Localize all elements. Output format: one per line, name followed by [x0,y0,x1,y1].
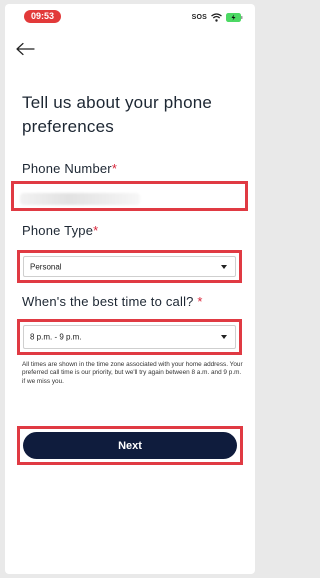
phone-number-label-text: Phone Number [22,161,112,176]
phone-number-input[interactable] [21,189,238,203]
wifi-icon [211,12,222,22]
page-title: Tell us about your phone preferences [22,93,213,136]
arrow-left-icon [16,42,35,56]
phone-number-field [11,181,248,211]
status-icons: SOS [192,12,243,22]
best-time-select[interactable]: 8 p.m. - 9 p.m. [17,319,242,355]
back-button[interactable] [15,42,37,56]
best-time-label-text: When's the best time to call? [22,294,194,309]
next-button[interactable]: Next [23,432,237,459]
phone-type-selected-value: Personal [30,262,62,271]
required-mark: * [93,223,99,238]
required-mark: * [111,161,118,176]
best-time-label: When's the best time to call? * [22,294,203,309]
phone-type-label: Phone Type* [22,223,98,238]
phone-number-label: Phone Number* [22,161,117,176]
time-zone-note: All times are shown in the time zone ass… [22,361,243,385]
status-bar: 09:53 SOS [5,4,255,26]
best-time-selected-value: 8 p.m. - 9 p.m. [30,332,82,342]
next-button-outline: Next [17,426,243,465]
required-mark: * [197,294,203,309]
app-screen: 09:53 SOS Tell us about your phone prefe… [5,4,255,574]
status-time: 09:53 [24,10,61,23]
phone-type-select-box[interactable]: Personal [23,256,236,277]
best-time-select-box[interactable]: 8 p.m. - 9 p.m. [23,325,236,349]
chevron-down-icon [221,264,227,269]
sos-indicator: SOS [191,13,207,21]
battery-charging-icon [226,12,243,22]
phone-type-select[interactable]: Personal [17,250,242,283]
phone-type-label-text: Phone Type [22,223,94,238]
chevron-down-icon [221,335,227,339]
